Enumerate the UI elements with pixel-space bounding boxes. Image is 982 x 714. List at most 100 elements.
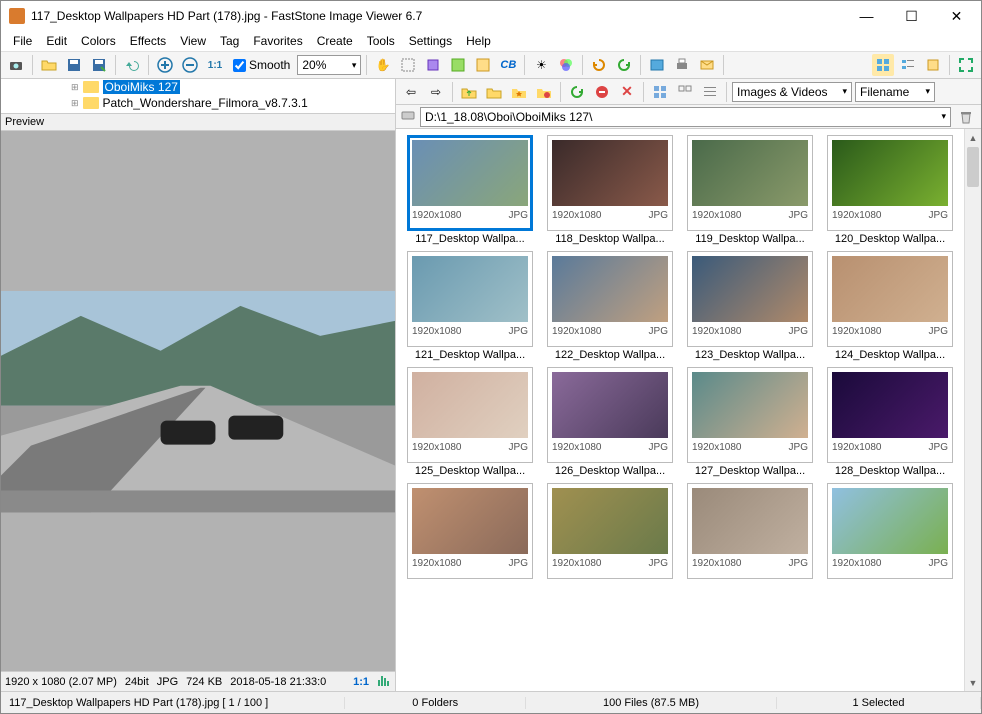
thumbnail-item[interactable]: 1920x1080JPG122_Desktop Wallpa... <box>542 251 678 361</box>
zoom-out-icon[interactable] <box>179 54 201 76</box>
menu-favorites[interactable]: Favorites <box>247 32 308 50</box>
thumbnail-item[interactable]: 1920x1080JPG118_Desktop Wallpa... <box>542 135 678 245</box>
nav-fwd-icon[interactable]: ⇨ <box>425 81 447 103</box>
print-icon[interactable] <box>671 54 693 76</box>
thumbnail-item[interactable]: 1920x1080JPG119_Desktop Wallpa... <box>682 135 818 245</box>
thumb-fmt: JPG <box>789 210 808 221</box>
sort-combo[interactable]: Filename▾ <box>855 82 935 102</box>
thumbnail-item[interactable]: 1920x1080JPG124_Desktop Wallpa... <box>822 251 958 361</box>
undo-icon[interactable] <box>121 54 143 76</box>
thumb-fmt: JPG <box>509 558 528 569</box>
view-thumbnails-icon[interactable] <box>872 54 894 76</box>
folder-up-icon[interactable] <box>458 81 480 103</box>
rotate-left-icon[interactable] <box>588 54 610 76</box>
thumbnail-item[interactable]: 1920x1080JPG <box>542 483 678 579</box>
folder-item-selected[interactable]: ⊞OboiMiks 127 <box>71 79 395 95</box>
scroll-up-icon[interactable]: ▲ <box>965 129 981 146</box>
thumb-fmt: JPG <box>649 558 668 569</box>
fullscreen-icon[interactable] <box>955 54 977 76</box>
maximize-button[interactable]: ☐ <box>889 2 934 30</box>
stop-icon[interactable] <box>591 81 613 103</box>
delete-icon[interactable]: ✕ <box>616 81 638 103</box>
thumb-name: 117_Desktop Wallpa... <box>407 233 533 245</box>
slideshow-icon[interactable] <box>646 54 668 76</box>
menu-file[interactable]: File <box>7 32 38 50</box>
folder-tag-icon[interactable] <box>533 81 555 103</box>
resize-icon[interactable] <box>447 54 469 76</box>
menu-view[interactable]: View <box>174 32 212 50</box>
thumbnail-item[interactable]: 1920x1080JPG123_Desktop Wallpa... <box>682 251 818 361</box>
thumbnail-item[interactable]: 1920x1080JPG120_Desktop Wallpa... <box>822 135 958 245</box>
histogram-icon[interactable] <box>377 674 391 689</box>
rotate-right-icon[interactable] <box>613 54 635 76</box>
smooth-checkbox[interactable]: Smooth <box>233 58 290 72</box>
minimize-button[interactable]: — <box>844 2 889 30</box>
hand-icon[interactable]: ✋ <box>372 54 394 76</box>
folder-item[interactable]: ⊞Patch_Wondershare_Filmora_v8.7.3.1 <box>71 95 395 111</box>
menu-edit[interactable]: Edit <box>40 32 73 50</box>
path-input[interactable]: D:\1_18.08\Oboi\OboiMiks 127\▾ <box>420 107 951 127</box>
scroll-thumb[interactable] <box>967 147 979 187</box>
thumb-image <box>552 372 668 438</box>
folder-tree[interactable]: ⊞OboiMiks 127 ⊞Patch_Wondershare_Filmora… <box>1 79 395 113</box>
nav-back-icon[interactable]: ⇦ <box>400 81 422 103</box>
thumb-image <box>412 140 528 206</box>
open-icon[interactable] <box>38 54 60 76</box>
view-details-icon[interactable] <box>699 81 721 103</box>
thumbnail-item[interactable]: 1920x1080JPG125_Desktop Wallpa... <box>402 367 538 477</box>
thumbnail-grid[interactable]: 1920x1080JPG117_Desktop Wallpa...1920x10… <box>396 129 964 691</box>
zoom-select[interactable]: 20%▾ <box>297 55 361 75</box>
menu-create[interactable]: Create <box>311 32 359 50</box>
thumb-fmt: JPG <box>789 442 808 453</box>
saveas-icon[interactable] <box>88 54 110 76</box>
thumb-name: 119_Desktop Wallpa... <box>687 233 813 245</box>
adjust-light-icon[interactable]: ☀ <box>530 54 552 76</box>
acquire-icon[interactable] <box>5 54 27 76</box>
view-single-icon[interactable] <box>922 54 944 76</box>
select-all-icon[interactable] <box>649 81 671 103</box>
thumb-res: 1920x1080 <box>412 210 462 221</box>
statusbar: 117_Desktop Wallpapers HD Part (178).jpg… <box>1 691 981 713</box>
thumbnail-item[interactable]: 1920x1080JPG117_Desktop Wallpa... <box>402 135 538 245</box>
menu-help[interactable]: Help <box>460 32 497 50</box>
thumbnail-item[interactable]: 1920x1080JPG <box>822 483 958 579</box>
menu-colors[interactable]: Colors <box>75 32 122 50</box>
menu-effects[interactable]: Effects <box>124 32 172 50</box>
thumbnail-item[interactable]: 1920x1080JPG <box>682 483 818 579</box>
thumb-res: 1920x1080 <box>692 558 742 569</box>
folder-new-icon[interactable] <box>483 81 505 103</box>
select-icon[interactable] <box>397 54 419 76</box>
thumbnail-item[interactable]: 1920x1080JPG121_Desktop Wallpa... <box>402 251 538 361</box>
menu-tag[interactable]: Tag <box>214 32 245 50</box>
thumbnail-item[interactable]: 1920x1080JPG127_Desktop Wallpa... <box>682 367 818 477</box>
text-icon[interactable]: CB <box>497 54 519 76</box>
thumbnail-item[interactable]: 1920x1080JPG <box>402 483 538 579</box>
adjust-color-icon[interactable] <box>555 54 577 76</box>
thumbnail-item[interactable]: 1920x1080JPG128_Desktop Wallpa... <box>822 367 958 477</box>
scrollbar[interactable]: ▲ ▼ <box>964 129 981 691</box>
filter-combo[interactable]: Images & Videos▾ <box>732 82 852 102</box>
thumbnail-item[interactable]: 1920x1080JPG126_Desktop Wallpa... <box>542 367 678 477</box>
thumb-fmt: JPG <box>929 442 948 453</box>
menu-tools[interactable]: Tools <box>361 32 401 50</box>
view-large-icon[interactable] <box>674 81 696 103</box>
crop-icon[interactable] <box>422 54 444 76</box>
scroll-down-icon[interactable]: ▼ <box>965 674 981 691</box>
recycle-icon[interactable] <box>955 106 977 128</box>
menu-settings[interactable]: Settings <box>403 32 458 50</box>
save-icon[interactable] <box>63 54 85 76</box>
thumb-fmt: JPG <box>929 326 948 337</box>
folder-icon <box>83 97 99 109</box>
thumb-fmt: JPG <box>649 442 668 453</box>
refresh-icon[interactable] <box>566 81 588 103</box>
canvas-icon[interactable] <box>472 54 494 76</box>
close-button[interactable]: ✕ <box>934 2 979 30</box>
preview-ratio[interactable]: 1:1 <box>353 676 369 688</box>
email-icon[interactable] <box>696 54 718 76</box>
folder-fav-icon[interactable] <box>508 81 530 103</box>
view-list-icon[interactable] <box>897 54 919 76</box>
preview-area[interactable] <box>1 131 395 671</box>
zoom-11-icon[interactable]: 1:1 <box>204 54 226 76</box>
path-bar: D:\1_18.08\Oboi\OboiMiks 127\▾ <box>396 105 981 129</box>
zoom-in-icon[interactable] <box>154 54 176 76</box>
